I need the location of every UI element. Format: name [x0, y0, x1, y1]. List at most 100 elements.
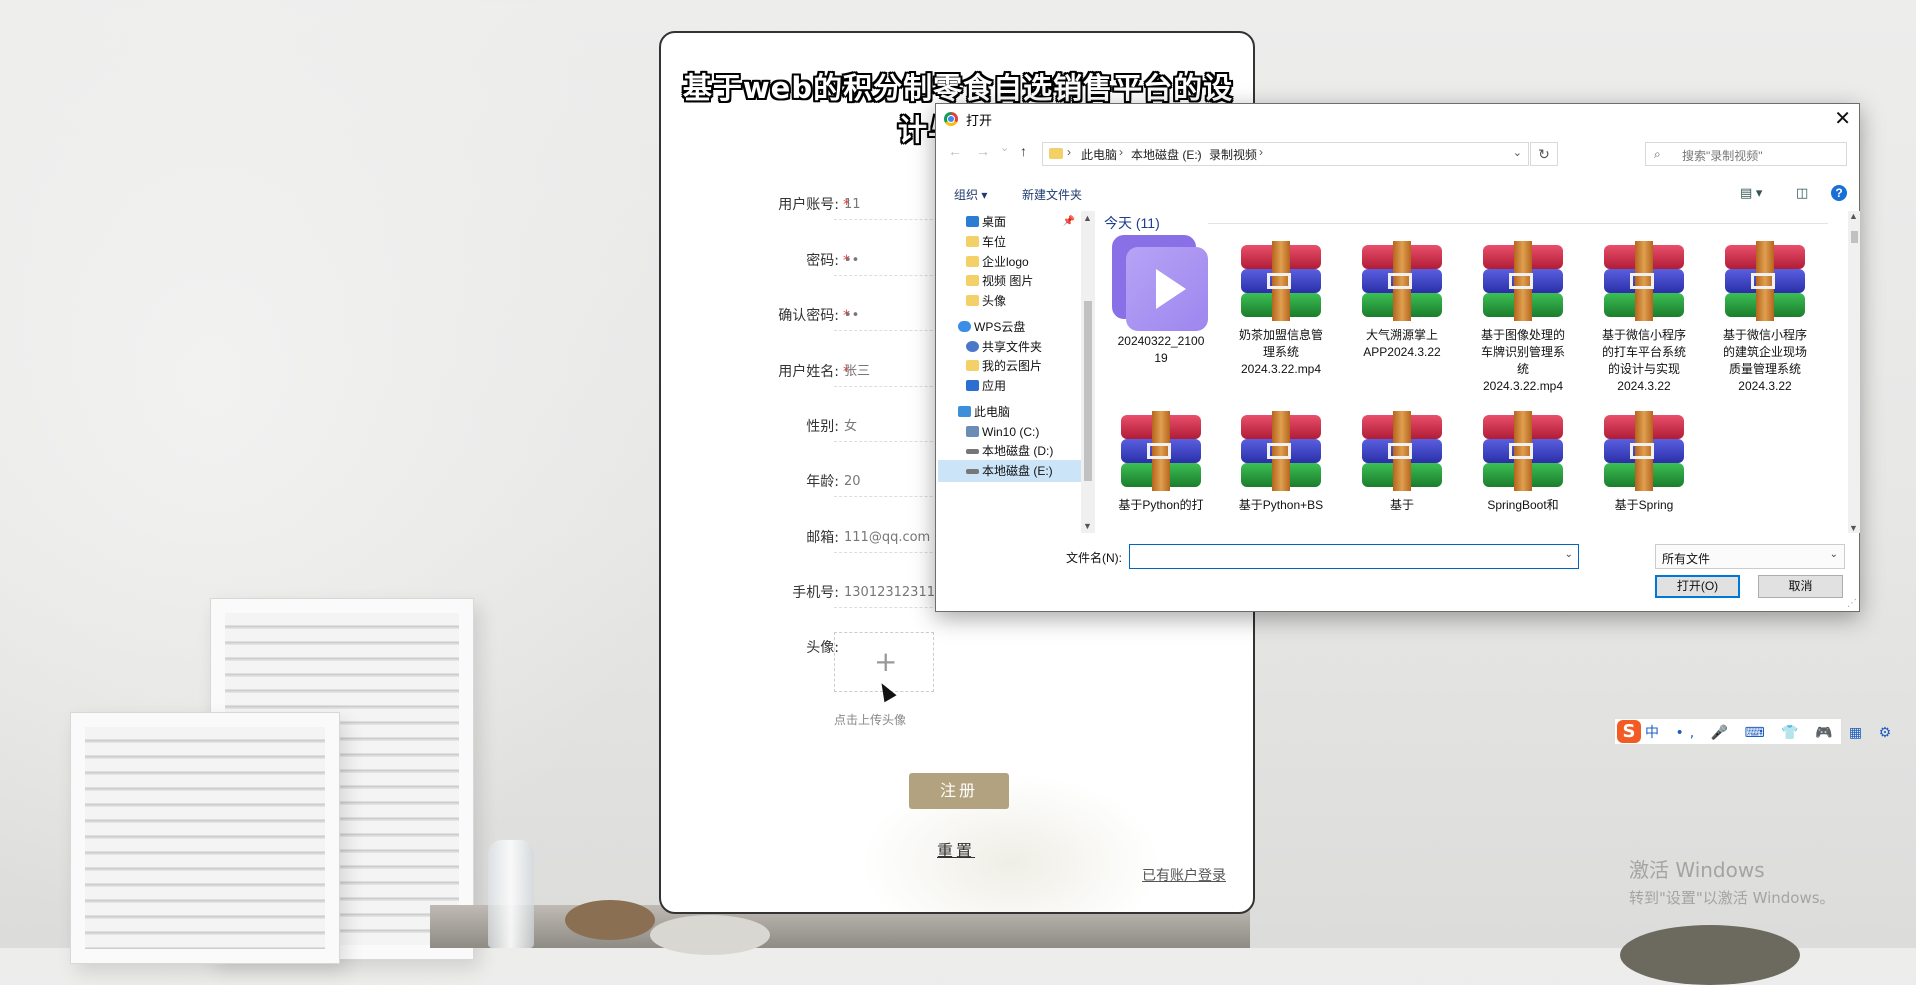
- sogou-logo-icon[interactable]: S: [1617, 720, 1641, 743]
- file-name: 基于微信小程序 的建筑企业现场 质量管理系统 2024.3.22: [1722, 328, 1807, 393]
- nav-item-label: WPS云盘: [974, 320, 1026, 334]
- file-item[interactable]: 基于微信小程序 的建筑企业现场 质量管理系统 2024.3.22: [1710, 241, 1820, 395]
- nav-item-this-pc[interactable]: 此电脑: [938, 401, 1081, 423]
- nav-item-avatar[interactable]: 头像: [938, 290, 1081, 312]
- breadcrumb-this-pc[interactable]: 此电脑: [1081, 146, 1117, 163]
- nav-item-label: 车位: [982, 235, 1007, 249]
- filename-input[interactable]: ⌄: [1129, 544, 1579, 569]
- background-bottle: [488, 840, 534, 948]
- file-item[interactable]: 大气溯源掌上 APP2024.3.22: [1347, 241, 1457, 361]
- drive-icon: [966, 469, 979, 474]
- organize-button[interactable]: 组织 ▾: [954, 186, 987, 203]
- dialog-title: 打开: [966, 113, 993, 128]
- windows-activation-watermark: 激活 Windows 转到"设置"以激活 Windows。: [1629, 854, 1835, 908]
- breadcrumb-drive-e[interactable]: 本地磁盘 (E:): [1131, 146, 1202, 163]
- file-type-value: 所有文件: [1662, 552, 1711, 566]
- share-icon: [966, 341, 979, 352]
- back-arrow-icon[interactable]: ←: [948, 143, 962, 159]
- chevron-right-icon: ›: [1067, 145, 1071, 159]
- nav-item-desktop[interactable]: 桌面 📌: [938, 211, 1081, 233]
- view-options-icon[interactable]: ▤ ▾: [1740, 185, 1762, 201]
- chevron-down-icon[interactable]: ⌄: [1513, 146, 1522, 159]
- folder-icon: [966, 275, 979, 286]
- field-label: 确认密码:: [778, 308, 839, 324]
- scrollbar-thumb[interactable]: [1084, 301, 1092, 481]
- group-header[interactable]: 今天 (11): [1104, 213, 1160, 233]
- preview-pane-icon[interactable]: ◫: [1796, 185, 1808, 201]
- file-item[interactable]: SpringBoot和: [1468, 411, 1578, 514]
- file-item[interactable]: 基于Python+BS: [1226, 411, 1336, 514]
- scroll-up-icon[interactable]: ▲: [1083, 213, 1092, 223]
- cancel-button[interactable]: 取消: [1758, 575, 1843, 598]
- activation-subtitle: 转到"设置"以激活 Windows。: [1629, 889, 1835, 907]
- scroll-down-icon[interactable]: ▼: [1083, 521, 1092, 531]
- desktop-icon: [966, 216, 979, 227]
- activation-title: 激活 Windows: [1629, 858, 1765, 882]
- background-bowl: [565, 900, 655, 940]
- file-list: 今天 (11) 20240322_2100 19 奶茶加盟信息管 理系统 202…: [1098, 211, 1848, 533]
- folder-icon: [1049, 148, 1063, 159]
- scroll-up-icon[interactable]: ▲: [1849, 211, 1858, 221]
- nav-item-apps[interactable]: 应用: [938, 375, 1081, 397]
- file-item[interactable]: 基于图像处理的 车牌识别管理系 统 2024.3.22.mp4: [1468, 241, 1578, 395]
- address-bar[interactable]: › 此电脑 › 本地磁盘 (E:) › 录制视频 › ⌄: [1042, 142, 1529, 166]
- chevron-right-icon: ›: [1197, 145, 1201, 159]
- refresh-button[interactable]: ↻: [1530, 142, 1558, 166]
- rar-archive-icon: [1598, 241, 1690, 321]
- breadcrumb-recordings[interactable]: 录制视频: [1209, 146, 1257, 163]
- login-link[interactable]: 已有账户登录: [1142, 865, 1226, 885]
- file-item[interactable]: 20240322_2100 19: [1106, 235, 1216, 367]
- rar-archive-icon: [1115, 411, 1207, 491]
- file-type-select[interactable]: 所有文件 ⌄: [1655, 544, 1845, 569]
- file-item[interactable]: 奶茶加盟信息管 理系统 2024.3.22.mp4: [1226, 241, 1336, 378]
- nav-item-label: 本地磁盘 (E:): [982, 464, 1053, 478]
- help-icon[interactable]: ?: [1831, 185, 1847, 201]
- navigation-pane: 桌面 📌 车位 企业logo 视频 图片 头像 WPS云盘 共享文件夹 我的云图…: [938, 211, 1081, 533]
- scroll-down-icon[interactable]: ▼: [1849, 523, 1858, 533]
- nav-item-media[interactable]: 视频 图片: [938, 270, 1081, 292]
- form-background-plant: [861, 773, 1161, 912]
- close-icon[interactable]: ✕: [1834, 106, 1851, 131]
- chevron-right-icon: ›: [1259, 145, 1263, 159]
- rar-archive-icon: [1235, 241, 1327, 321]
- file-name: 大气溯源掌上 APP2024.3.22: [1363, 328, 1441, 359]
- file-item[interactable]: 基于Spring: [1589, 411, 1699, 514]
- file-list-scrollbar[interactable]: ▲ ▼: [1848, 211, 1860, 533]
- reset-button[interactable]: 重置: [937, 837, 975, 861]
- group-divider: [1208, 223, 1828, 224]
- file-name: 基于Spring: [1614, 498, 1674, 512]
- folder-icon: [966, 236, 979, 247]
- dialog-titlebar[interactable]: 打开 ✕: [936, 104, 1859, 134]
- file-name: SpringBoot和: [1487, 498, 1559, 512]
- forward-arrow-icon[interactable]: →: [976, 143, 990, 159]
- up-arrow-icon[interactable]: ↑: [1020, 143, 1027, 159]
- nav-item-drive-e[interactable]: 本地磁盘 (E:): [938, 460, 1081, 482]
- register-button[interactable]: 注册: [909, 773, 1009, 809]
- ime-toolbar-items[interactable]: 中 •, 🎤 ⌨ 👕 🎮 ▦ ⚙: [1645, 722, 1897, 742]
- rar-archive-icon: [1235, 411, 1327, 491]
- recent-locations-icon[interactable]: ⌄: [1000, 141, 1009, 154]
- nav-item-cloud-pictures[interactable]: 我的云图片: [938, 355, 1081, 377]
- background-plant-pot: [1620, 925, 1800, 985]
- nav-item-parking[interactable]: 车位: [938, 231, 1081, 253]
- dialog-toolbar: 组织 ▾ 新建文件夹 ▤ ▾ ◫ ?: [936, 179, 1859, 209]
- resize-grip-icon[interactable]: ⋰: [1847, 598, 1857, 609]
- nav-item-drive-d[interactable]: 本地磁盘 (D:): [938, 440, 1081, 462]
- background-shutter-front: [70, 712, 340, 964]
- ime-toolbar[interactable]: S 中 •, 🎤 ⌨ 👕 🎮 ▦ ⚙: [1614, 718, 1891, 745]
- chevron-down-icon[interactable]: ⌄: [1565, 549, 1573, 560]
- scrollbar-thumb[interactable]: [1851, 231, 1858, 243]
- rar-archive-icon: [1356, 411, 1448, 491]
- file-item[interactable]: 基于Python的打: [1106, 411, 1216, 514]
- nav-item-wps-cloud[interactable]: WPS云盘: [938, 316, 1081, 338]
- nav-pane-scrollbar[interactable]: ▲ ▼: [1081, 211, 1095, 533]
- search-input[interactable]: ⌕ 搜索"录制视频": [1645, 142, 1847, 166]
- file-item[interactable]: 基于微信小程序 的打车平台系统 的设计与实现 2024.3.22: [1589, 241, 1699, 395]
- open-button[interactable]: 打开(O): [1655, 575, 1740, 598]
- file-name: 基于Python的打: [1118, 498, 1204, 512]
- video-file-icon: [1112, 235, 1210, 333]
- new-folder-button[interactable]: 新建文件夹: [1022, 186, 1082, 203]
- rar-archive-icon: [1598, 411, 1690, 491]
- file-item[interactable]: 基于: [1347, 411, 1457, 514]
- drive-icon: [966, 426, 979, 437]
